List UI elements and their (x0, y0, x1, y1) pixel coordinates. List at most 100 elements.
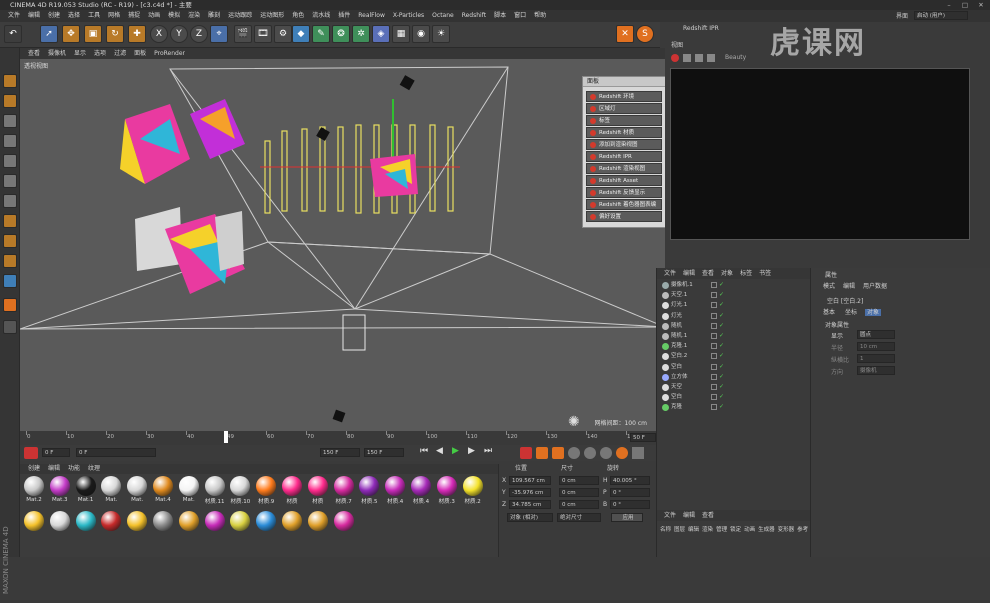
visibility-icon[interactable] (711, 373, 717, 380)
object-row[interactable]: 天空.1 ✓ (657, 291, 811, 300)
deformer-icon[interactable]: ◈ (372, 25, 390, 43)
render-view-icon[interactable]: 🎬 (234, 25, 252, 43)
size-mode-select[interactable]: 绝对尺寸 (557, 513, 601, 522)
material-swatch[interactable] (332, 511, 356, 532)
visibility-icon[interactable] (711, 322, 717, 329)
redshift-menu-item[interactable]: Redshift IPR (586, 151, 662, 162)
menu-item[interactable]: 动画 (148, 12, 160, 19)
layer-manager-menu-item[interactable]: 文件 (664, 512, 676, 519)
floor-icon[interactable]: ▦ (392, 25, 410, 43)
viewport-menu-item[interactable]: 摄像机 (48, 50, 66, 57)
menu-item[interactable]: 模拟 (168, 12, 180, 19)
menu-item[interactable]: 帮助 (534, 12, 546, 19)
redshift-cross-icon[interactable]: ✕ (616, 25, 634, 43)
ipr-stop-icon[interactable] (683, 54, 691, 62)
visibility-icon[interactable] (711, 394, 717, 401)
material-swatch[interactable] (151, 511, 175, 532)
move-tool-icon[interactable]: ✥ (62, 25, 80, 43)
enable-check-icon[interactable]: ✓ (719, 302, 724, 308)
maximize-button[interactable]: □ (958, 0, 972, 10)
perspective-viewport[interactable]: ✺ 透视视图 网格间距：100 cm (20, 59, 665, 431)
nurbs-icon[interactable]: ❂ (332, 25, 350, 43)
record-icon[interactable] (24, 447, 38, 459)
menu-item[interactable]: 运动图形 (260, 12, 284, 19)
material-swatch[interactable]: Mat. (99, 476, 123, 503)
rotation-field[interactable]: 0 ° (610, 488, 650, 497)
ipr-start-icon[interactable] (671, 54, 679, 62)
object-manager-menu-item[interactable]: 对象 (721, 270, 733, 277)
param-key-icon[interactable] (616, 447, 628, 459)
menu-item[interactable]: 雕刻 (208, 12, 220, 19)
object-row[interactable]: 摄像机.1 ✓ (657, 281, 811, 290)
autokey-icon[interactable] (520, 447, 532, 459)
ipr-aov-dropdown[interactable]: Beauty (725, 54, 746, 61)
material-swatch[interactable] (74, 511, 98, 532)
material-swatch[interactable]: 材质.3 (435, 476, 459, 505)
y-axis-button[interactable]: Y (170, 25, 188, 43)
redshift-menu-item[interactable]: 偏好设置 (586, 211, 662, 222)
apply-button[interactable]: 应用 (611, 513, 643, 522)
material-swatch[interactable]: 材质.7 (332, 476, 356, 505)
material-swatch[interactable] (306, 511, 330, 532)
next-frame-icon[interactable]: ▶ (468, 446, 475, 456)
enable-check-icon[interactable]: ✓ (719, 394, 724, 400)
radius-field[interactable]: 10 cm (857, 342, 895, 351)
enable-check-icon[interactable]: ✓ (719, 322, 724, 329)
material-swatch[interactable] (254, 511, 278, 532)
material-swatch[interactable]: 材质.4 (409, 476, 433, 505)
object-manager-menu-item[interactable]: 文件 (664, 270, 676, 277)
enable-check-icon[interactable]: ✓ (719, 333, 724, 339)
axis-mode-icon[interactable] (3, 214, 17, 228)
menu-item[interactable]: 窗口 (514, 12, 526, 19)
material-swatch[interactable] (48, 511, 72, 532)
render-settings-icon[interactable]: ⚙ (274, 25, 292, 43)
redshift-menu-item[interactable]: 区域灯 (586, 103, 662, 114)
visibility-icon[interactable] (711, 404, 717, 411)
polygons-mode-icon[interactable] (3, 194, 17, 208)
undo-icon[interactable]: ↶ (4, 25, 22, 43)
object-row[interactable]: 克隆.1 ✓ (657, 342, 811, 351)
rotate-tool-icon[interactable]: ↻ (106, 25, 124, 43)
object-manager-menu-item[interactable]: 书签 (759, 270, 771, 277)
menu-item[interactable]: X-Particles (393, 12, 424, 19)
material-swatch[interactable]: 材质.5 (357, 476, 381, 505)
rotation-key-icon[interactable] (600, 447, 612, 459)
timeline[interactable]: 010203040496070809010011012013014015050 … (20, 431, 660, 445)
camera-icon[interactable]: ◉ (412, 25, 430, 43)
material-menu-item[interactable]: 功能 (68, 465, 80, 472)
enable-check-icon[interactable]: ✓ (719, 343, 724, 349)
material-swatch[interactable]: Mat.2 (22, 476, 46, 503)
enable-check-icon[interactable]: ✓ (719, 282, 724, 288)
material-swatch[interactable]: Mat.3 (48, 476, 72, 503)
attribute-subtab[interactable]: 对象 (865, 309, 882, 316)
material-swatch[interactable]: Mat. (177, 476, 201, 503)
material-swatch[interactable] (99, 511, 123, 532)
viewport-menu-item[interactable]: 过滤 (114, 50, 126, 57)
enable-check-icon[interactable]: ✓ (719, 292, 724, 298)
redshift-menu-item[interactable]: Redshift 环境 (586, 91, 662, 102)
visibility-icon[interactable] (711, 363, 717, 370)
select-tool-icon[interactable]: ➚ (40, 25, 58, 43)
texture-mode-icon[interactable] (3, 114, 17, 128)
redshift-menu-item[interactable]: Redshift 渲染视图 (586, 163, 662, 174)
object-row[interactable]: 灯光.1 ✓ (657, 301, 811, 310)
visibility-icon[interactable] (711, 333, 717, 339)
size-field[interactable]: 0 cm (559, 500, 599, 509)
cube-primitive-icon[interactable]: ◆ (292, 25, 310, 43)
ipr-view-menu[interactable]: 视图 (671, 40, 683, 49)
material-swatch[interactable] (22, 511, 46, 532)
timeline-menu-icon[interactable] (632, 447, 644, 459)
attribute-subtab[interactable]: 坐标 (843, 309, 859, 316)
material-swatch[interactable]: Mat.1 (74, 476, 98, 503)
object-manager-menu-item[interactable]: 编辑 (683, 270, 695, 277)
material-swatch[interactable]: Mat.4 (151, 476, 175, 503)
enable-check-icon[interactable]: ✓ (719, 373, 724, 380)
menu-item[interactable]: 选择 (68, 12, 80, 19)
playhead[interactable] (224, 431, 228, 443)
z-axis-button[interactable]: Z (190, 25, 208, 43)
material-swatch[interactable]: 材质.9 (254, 476, 278, 505)
visibility-icon[interactable] (711, 312, 717, 319)
viewport-menu-item[interactable]: 选项 (94, 50, 106, 57)
start-frame-field[interactable]: 0 F (76, 448, 156, 457)
visibility-icon[interactable] (711, 384, 717, 390)
